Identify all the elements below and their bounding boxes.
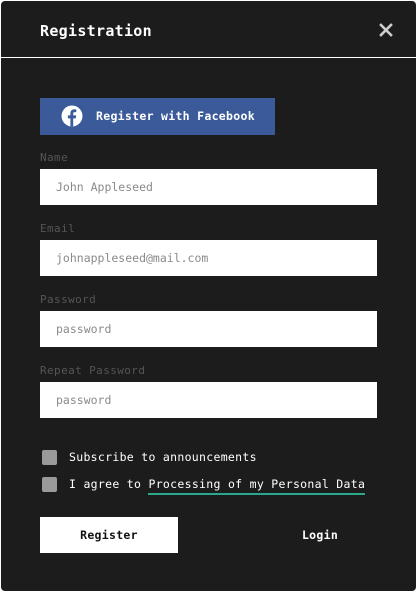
modal-title: Registration <box>40 22 152 40</box>
subscribe-checkbox[interactable] <box>42 449 57 465</box>
modal-header: Registration <box>1 1 416 58</box>
subscribe-label: Subscribe to announcements <box>69 450 257 464</box>
facebook-button-label: Register with Facebook <box>96 109 255 123</box>
name-label: Name <box>40 151 69 164</box>
register-button[interactable]: Register <box>40 517 178 553</box>
register-with-facebook-button[interactable]: Register with Facebook <box>40 98 275 135</box>
agree-label: I agree to Processing of my Personal Dat… <box>69 477 366 495</box>
agree-checkbox[interactable] <box>42 476 57 492</box>
email-label: Email <box>40 222 76 235</box>
personal-data-link[interactable]: Processing of my Personal Data <box>148 477 366 495</box>
email-input[interactable] <box>40 240 377 276</box>
password-input[interactable] <box>40 311 377 347</box>
agree-row: I agree to Processing of my Personal Dat… <box>42 476 366 495</box>
registration-modal: Registration Register with Facebook Name… <box>1 1 416 591</box>
agree-prefix: I agree to <box>69 477 142 491</box>
repeat-password-label: Repeat Password <box>40 364 146 377</box>
login-button[interactable]: Login <box>251 517 389 553</box>
close-icon[interactable] <box>376 20 396 40</box>
subscribe-row: Subscribe to announcements <box>42 449 257 465</box>
password-label: Password <box>40 293 97 306</box>
facebook-icon <box>61 105 83 127</box>
repeat-password-input[interactable] <box>40 382 377 418</box>
name-input[interactable] <box>40 169 377 205</box>
